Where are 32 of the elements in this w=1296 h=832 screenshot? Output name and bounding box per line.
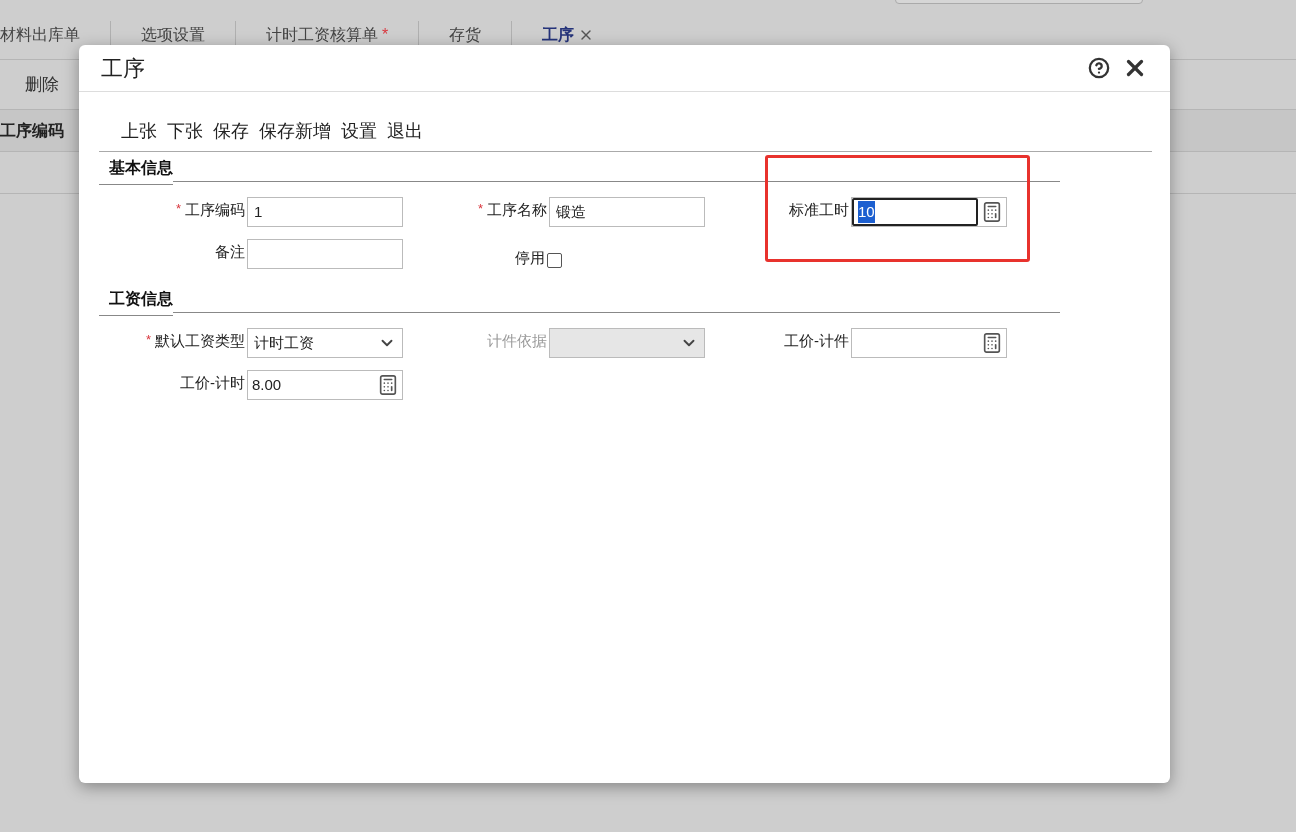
help-icon[interactable] [1088,57,1110,79]
toolbar-button[interactable]: 保存新增 [255,118,335,145]
field-label: 备注 [215,242,245,262]
required-mark: * [477,200,483,218]
field-label: 工价-计时 [180,373,245,393]
input-field[interactable]: 锻造 [549,197,705,227]
field-label: 工序名称 [487,200,547,220]
field-label: 默认工资类型 [155,331,245,351]
checkbox[interactable] [547,252,562,268]
required-mark: * [175,200,181,218]
field-label: 工序编码 [185,200,245,220]
field-label: 工价-计件 [784,331,849,351]
required-mark: * [145,331,151,349]
field-label: 计件依据 [487,331,547,351]
delete-button[interactable]: 删除 [10,67,74,102]
tab[interactable]: 工序 [512,21,625,49]
calculator-icon[interactable] [981,201,1003,223]
input-field[interactable]: 1 [247,197,403,227]
section-title: 基本信息 [99,154,173,185]
toolbar-button[interactable]: 保存 [209,118,253,145]
toolbar-button[interactable]: 上张 [117,118,161,145]
toolbar-button[interactable]: 设置 [337,118,381,145]
toolbar-button[interactable]: 退出 [383,118,427,145]
dropdown[interactable]: 计时工资 [247,328,403,358]
column-header: 工序编码 [0,120,65,141]
section-title: 工资信息 [99,285,173,316]
field-label: 停用 [515,247,545,268]
field-label: 标准工时 [789,200,849,220]
toolbar-button[interactable]: 下张 [163,118,207,145]
input-field[interactable] [247,239,403,269]
input-field[interactable]: 10 [852,198,978,226]
dialog-title: 工序 [101,54,145,83]
